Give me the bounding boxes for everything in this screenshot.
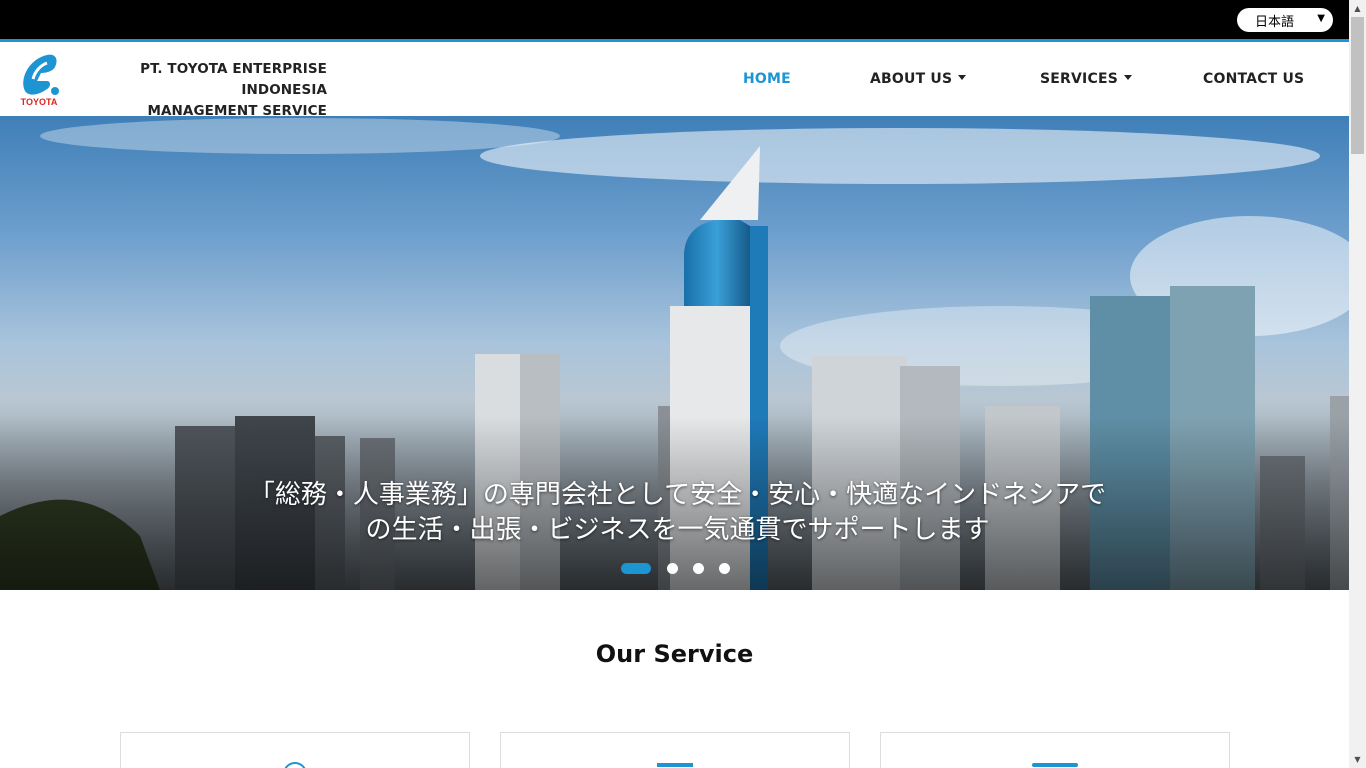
service-icon-2 xyxy=(657,763,693,767)
hero-caption-line1: 「総務・人事業務」の専門会社として安全・安心・快適なインドネシアで xyxy=(248,480,1107,510)
nav-contact-us-label: CONTACT US xyxy=(1203,71,1305,87)
service-icon-1 xyxy=(284,762,306,768)
select-caret-icon: ▼ xyxy=(1317,13,1325,24)
language-select[interactable]: 日本語 ▼ xyxy=(1237,8,1333,32)
service-icon-3 xyxy=(1032,763,1078,767)
scrollbar-thumb[interactable] xyxy=(1351,17,1364,154)
service-card-3[interactable] xyxy=(880,732,1230,768)
nav-home[interactable]: HOME xyxy=(743,71,791,87)
nav-about-us[interactable]: ABOUT US xyxy=(870,71,967,87)
caret-down-icon xyxy=(1124,74,1132,80)
hero-caption-line2: の生活・出張・ビジネスを一気通貫でサポートします xyxy=(365,515,990,545)
page-scrollbar[interactable]: ▲ ▼ xyxy=(1349,0,1366,768)
nav-services-label: SERVICES xyxy=(1040,71,1118,87)
hero-caption: 「総務・人事業務」の専門会社として安全・安心・快適なインドネシアで の生活・出張… xyxy=(210,478,1145,548)
triangle-up-icon[interactable]: ▲ xyxy=(1349,0,1366,17)
service-card-1[interactable] xyxy=(120,732,470,768)
nav-contact-us[interactable]: CONTACT US xyxy=(1203,71,1304,87)
carousel-dot-3[interactable] xyxy=(693,563,704,574)
site-header: TOYOTA PT. TOYOTA ENTERPRISE INDONESIA M… xyxy=(0,42,1349,119)
section-title: Our Service xyxy=(595,640,754,668)
nav-about-us-label: ABOUT US xyxy=(870,71,953,87)
triangle-down-icon[interactable]: ▼ xyxy=(1349,751,1366,768)
top-bar: 日本語 ▼ xyxy=(0,0,1349,39)
language-selected-value: 日本語 xyxy=(1255,14,1295,30)
caret-down-icon xyxy=(958,74,967,80)
nav-services[interactable]: SERVICES xyxy=(1040,71,1132,87)
carousel-dot-2[interactable] xyxy=(667,563,678,574)
nav-home-label: HOME xyxy=(743,71,791,87)
service-card-2[interactable] xyxy=(500,732,850,768)
main-nav: HOME ABOUT US SERVICES CONTACT US xyxy=(0,42,1349,116)
carousel-dot-4[interactable] xyxy=(719,563,730,574)
carousel-dot-1[interactable] xyxy=(621,563,651,574)
